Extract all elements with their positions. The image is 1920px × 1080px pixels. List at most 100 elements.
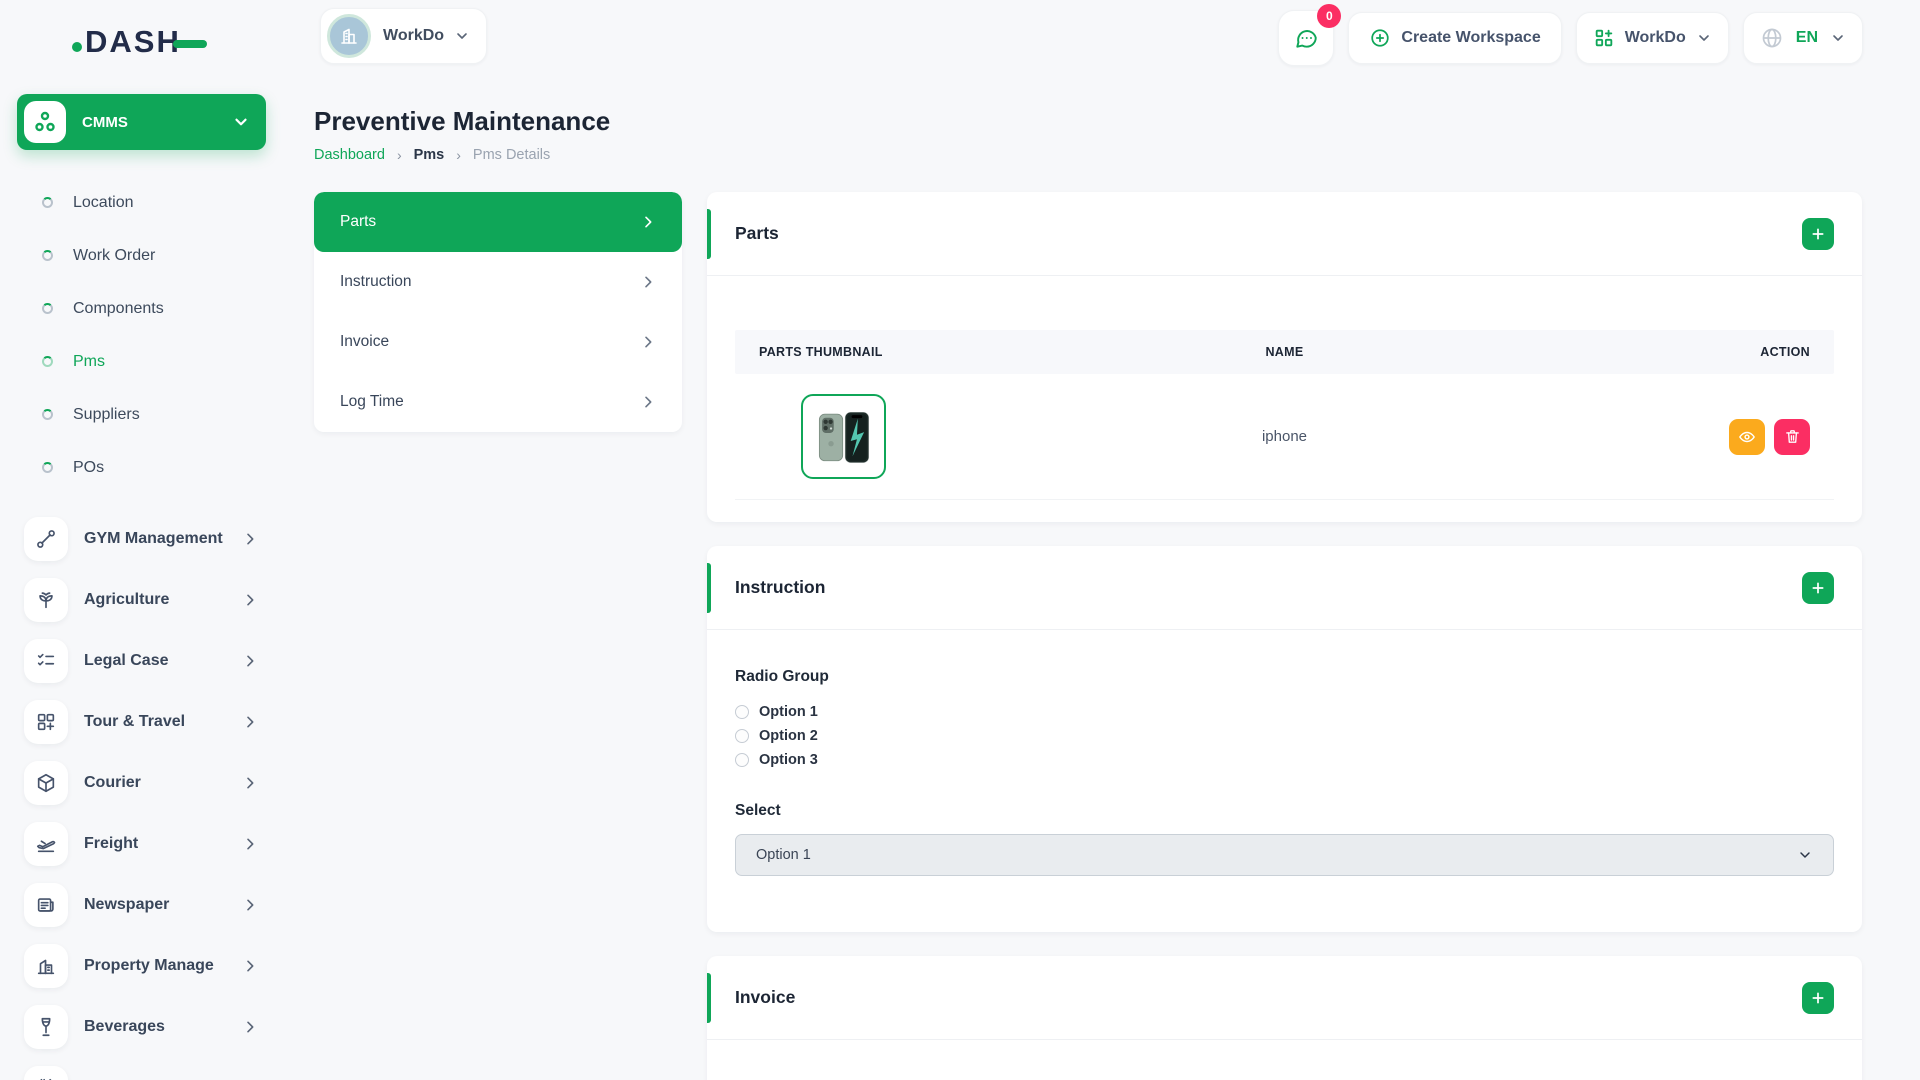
instruction-panel-title: Instruction xyxy=(735,577,1802,598)
plane-icon xyxy=(24,822,68,866)
sidebar-item-pos[interactable]: POs xyxy=(0,441,292,494)
parts-panel-title: Parts xyxy=(735,223,1802,244)
table-row: iphone xyxy=(735,374,1834,500)
bullet-icon xyxy=(42,356,53,367)
bullet-icon xyxy=(42,303,53,314)
part-thumbnail[interactable] xyxy=(801,394,886,479)
panel-accent-bar xyxy=(707,209,711,259)
chevron-down-icon xyxy=(1797,847,1813,863)
brand-name: DASH xyxy=(85,24,181,60)
add-part-button[interactable] xyxy=(1802,218,1834,250)
sidebar-item-courier[interactable]: Courier xyxy=(0,752,292,813)
chevron-down-icon xyxy=(232,113,250,131)
bullet-icon xyxy=(42,409,53,420)
trash-icon xyxy=(1784,428,1801,445)
chevron-right-icon xyxy=(640,334,656,350)
chevron-right-icon xyxy=(640,274,656,290)
chevron-right-icon xyxy=(640,214,656,230)
radio-option-2[interactable]: Option 2 xyxy=(735,724,1834,748)
tab-log-time[interactable]: Log Time xyxy=(314,372,682,432)
newspaper-icon xyxy=(24,883,68,927)
cmms-label: CMMS xyxy=(82,114,232,131)
sidebar-item-pms[interactable]: Pms xyxy=(0,335,292,388)
radio-option-1[interactable]: Option 1 xyxy=(735,700,1834,724)
select-label: Select xyxy=(735,802,1834,820)
tab-parts[interactable]: Parts xyxy=(314,192,682,252)
dumbbell-icon xyxy=(24,517,68,561)
logo-dash-icon xyxy=(173,40,207,48)
invoice-panel-title: Invoice xyxy=(735,987,1802,1008)
sidebar-item-property-manage[interactable]: Property Manage xyxy=(0,935,292,996)
building-icon xyxy=(24,944,68,988)
plus-icon xyxy=(1810,226,1826,242)
cutlery-icon xyxy=(24,1066,68,1080)
parts-table-header: PARTS THUMBNAIL NAME ACTION xyxy=(735,330,1834,374)
view-part-button[interactable] xyxy=(1729,419,1765,455)
chevron-right-icon xyxy=(242,653,258,669)
sidebar-item-agriculture[interactable]: Agriculture xyxy=(0,569,292,630)
panel-accent-bar xyxy=(707,973,711,1023)
radio-option-3[interactable]: Option 3 xyxy=(735,748,1834,772)
radio-group: Option 1 Option 2 Option 3 xyxy=(735,700,1834,772)
sidebar-item-restaurant[interactable]: Restaurant xyxy=(0,1057,292,1080)
chevron-right-icon xyxy=(242,897,258,913)
sidebar-item-freight[interactable]: Freight xyxy=(0,813,292,874)
sidebar-item-suppliers[interactable]: Suppliers xyxy=(0,388,292,441)
bullet-icon xyxy=(42,250,53,261)
instruction-panel: Instruction Radio Group Option 1 xyxy=(707,546,1862,932)
chevron-right-icon xyxy=(242,775,258,791)
chevron-right-icon xyxy=(242,531,258,547)
invoice-panel: Invoice xyxy=(707,956,1862,1080)
sidebar-item-legal-case[interactable]: Legal Case xyxy=(0,630,292,691)
breadcrumb-separator: › xyxy=(456,147,461,163)
page-title: Preventive Maintenance xyxy=(314,106,1862,137)
panel-accent-bar xyxy=(707,563,711,613)
delete-part-button[interactable] xyxy=(1774,419,1810,455)
sidebar-item-beverages[interactable]: Beverages xyxy=(0,996,292,1057)
brand-logo: DASH xyxy=(72,24,292,60)
breadcrumb: Dashboard › Pms › Pms Details xyxy=(314,147,1862,163)
plus-icon xyxy=(1810,990,1826,1006)
chevron-right-icon xyxy=(242,1019,258,1035)
sidebar-item-location[interactable]: Location xyxy=(0,176,292,229)
radio-group-label: Radio Group xyxy=(735,668,1834,686)
tab-instruction[interactable]: Instruction xyxy=(314,252,682,312)
pms-detail-tabs: Parts Instruction Invoice Log Time xyxy=(314,192,682,432)
package-icon xyxy=(24,761,68,805)
breadcrumb-dashboard-link[interactable]: Dashboard xyxy=(314,147,385,163)
sprout-icon xyxy=(24,578,68,622)
main-content: Preventive Maintenance Dashboard › Pms ›… xyxy=(314,0,1862,1080)
grid-plus-icon xyxy=(24,700,68,744)
chevron-right-icon xyxy=(242,836,258,852)
sidebar-item-newspaper[interactable]: Newspaper xyxy=(0,874,292,935)
sidebar: DASH CMMS Location Work Order Components… xyxy=(0,0,292,1080)
radio-circle-icon xyxy=(735,729,749,743)
bullet-icon xyxy=(42,462,53,473)
bullet-icon xyxy=(42,197,53,208)
sidebar-item-components[interactable]: Components xyxy=(0,282,292,335)
chevron-right-icon xyxy=(640,394,656,410)
sidebar-item-gym-management[interactable]: GYM Management xyxy=(0,508,292,569)
radio-circle-icon xyxy=(735,753,749,767)
breadcrumb-pms-link[interactable]: Pms xyxy=(414,147,445,163)
chevron-right-icon xyxy=(242,714,258,730)
add-instruction-button[interactable] xyxy=(1802,572,1834,604)
instruction-select[interactable]: Option 1 xyxy=(735,834,1834,876)
sidebar-item-work-order[interactable]: Work Order xyxy=(0,229,292,282)
sidebar-item-tour-travel[interactable]: Tour & Travel xyxy=(0,691,292,752)
detail-panels: Parts PARTS THUMBNAIL NAME ACTION xyxy=(707,192,1862,1080)
eye-icon xyxy=(1738,428,1756,446)
radio-circle-icon xyxy=(735,705,749,719)
sidebar-item-cmms[interactable]: CMMS xyxy=(17,94,266,150)
checklist-icon xyxy=(24,639,68,683)
add-invoice-button[interactable] xyxy=(1802,982,1834,1014)
wine-glass-icon xyxy=(24,1005,68,1049)
breadcrumb-separator: › xyxy=(397,147,402,163)
plus-icon xyxy=(1810,580,1826,596)
cmms-submenu: Location Work Order Components Pms Suppl… xyxy=(0,176,292,494)
chevron-right-icon xyxy=(242,958,258,974)
select-value: Option 1 xyxy=(756,847,1797,863)
tab-invoice[interactable]: Invoice xyxy=(314,312,682,372)
part-name: iphone xyxy=(1109,428,1459,445)
cmms-nodes-icon xyxy=(24,101,66,143)
